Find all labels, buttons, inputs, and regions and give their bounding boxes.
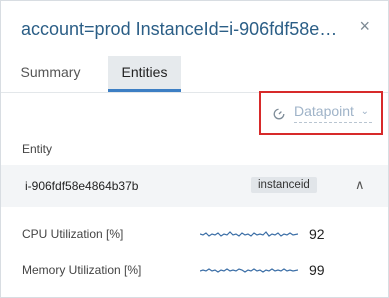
chevron-down-icon: ⌄ [360,106,369,117]
tab-entities[interactable]: Entities [108,56,181,92]
entity-column-header: Entity [22,142,53,156]
collapse-button[interactable]: ∧ [355,177,365,193]
tab-summary[interactable]: Summary [13,56,88,89]
metric-row-memory: Memory Utilization [%] 99 [1,253,388,287]
memory-sparkline [200,268,298,273]
panel-title: account=prod InstanceId=i-906fdf58e4864b… [21,19,346,39]
entity-type-badge: instanceid [251,177,317,193]
metric-value: 92 [309,226,325,242]
cpu-sparkline [200,231,298,237]
entity-details-panel: account=prod InstanceId=i-906fdf58e4864b… [0,0,389,298]
metric-name: Memory Utilization [%] [22,263,142,277]
metric-name: CPU Utilization [%] [22,227,124,241]
entity-row[interactable]: i-906fdf58e4864b37b instanceid ∧ [1,165,388,207]
datapoint-selector[interactable]: Datapoint ⌄ [259,91,383,135]
metric-value: 99 [309,262,325,278]
close-button[interactable]: × [359,16,370,37]
metric-row-cpu: CPU Utilization [%] 92 [1,217,388,251]
tab-bar: Summary Entities [1,56,388,93]
gauge-icon [273,108,285,120]
panel-header: account=prod InstanceId=i-906fdf58e4864b… [1,1,388,56]
entity-id: i-906fdf58e4864b37b [25,179,139,193]
